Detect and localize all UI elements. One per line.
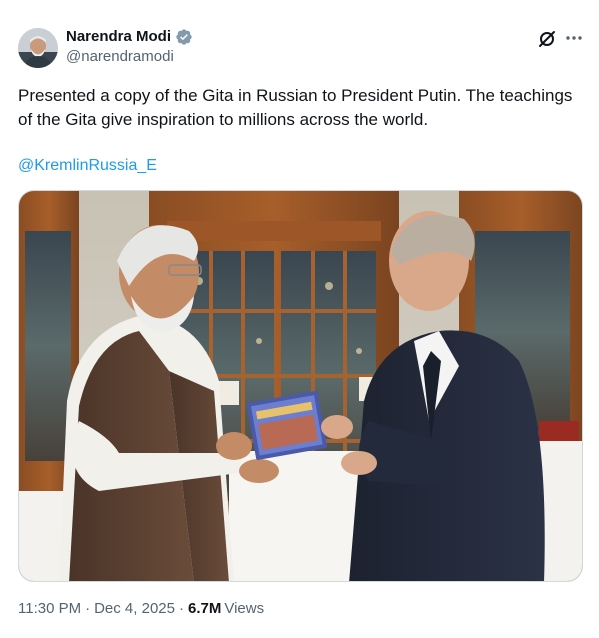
tweet-date[interactable]: Dec 4, 2025 (94, 599, 175, 619)
tweet-text: Presented a copy of the Gita in Russian … (18, 86, 573, 129)
tweet-time[interactable]: 11:30 PM (18, 599, 81, 619)
separator: · (85, 600, 91, 617)
photo-image (19, 191, 582, 581)
more-icon[interactable] (563, 28, 585, 48)
grok-icon[interactable] (537, 29, 557, 49)
views-count[interactable]: 6.7M (188, 599, 221, 619)
author-name[interactable]: Narendra Modi (66, 27, 171, 47)
author-name-row[interactable]: Narendra Modi (66, 27, 193, 47)
avatar[interactable] (18, 28, 58, 68)
separator: · (178, 600, 184, 617)
verified-badge-icon[interactable] (175, 28, 193, 46)
mention-link[interactable]: @KremlinRussia_E (18, 155, 157, 177)
tweet[interactable]: Narendra Modi @narendramodi Presented a … (0, 0, 599, 638)
avatar-image (18, 28, 58, 68)
tweet-meta: 11:30 PM · Dec 4, 2025 · 6.7M Views (18, 599, 264, 619)
author-handle[interactable]: @narendramodi (66, 47, 174, 67)
tweet-photo[interactable] (18, 190, 583, 582)
views-label[interactable]: Views (224, 599, 264, 619)
